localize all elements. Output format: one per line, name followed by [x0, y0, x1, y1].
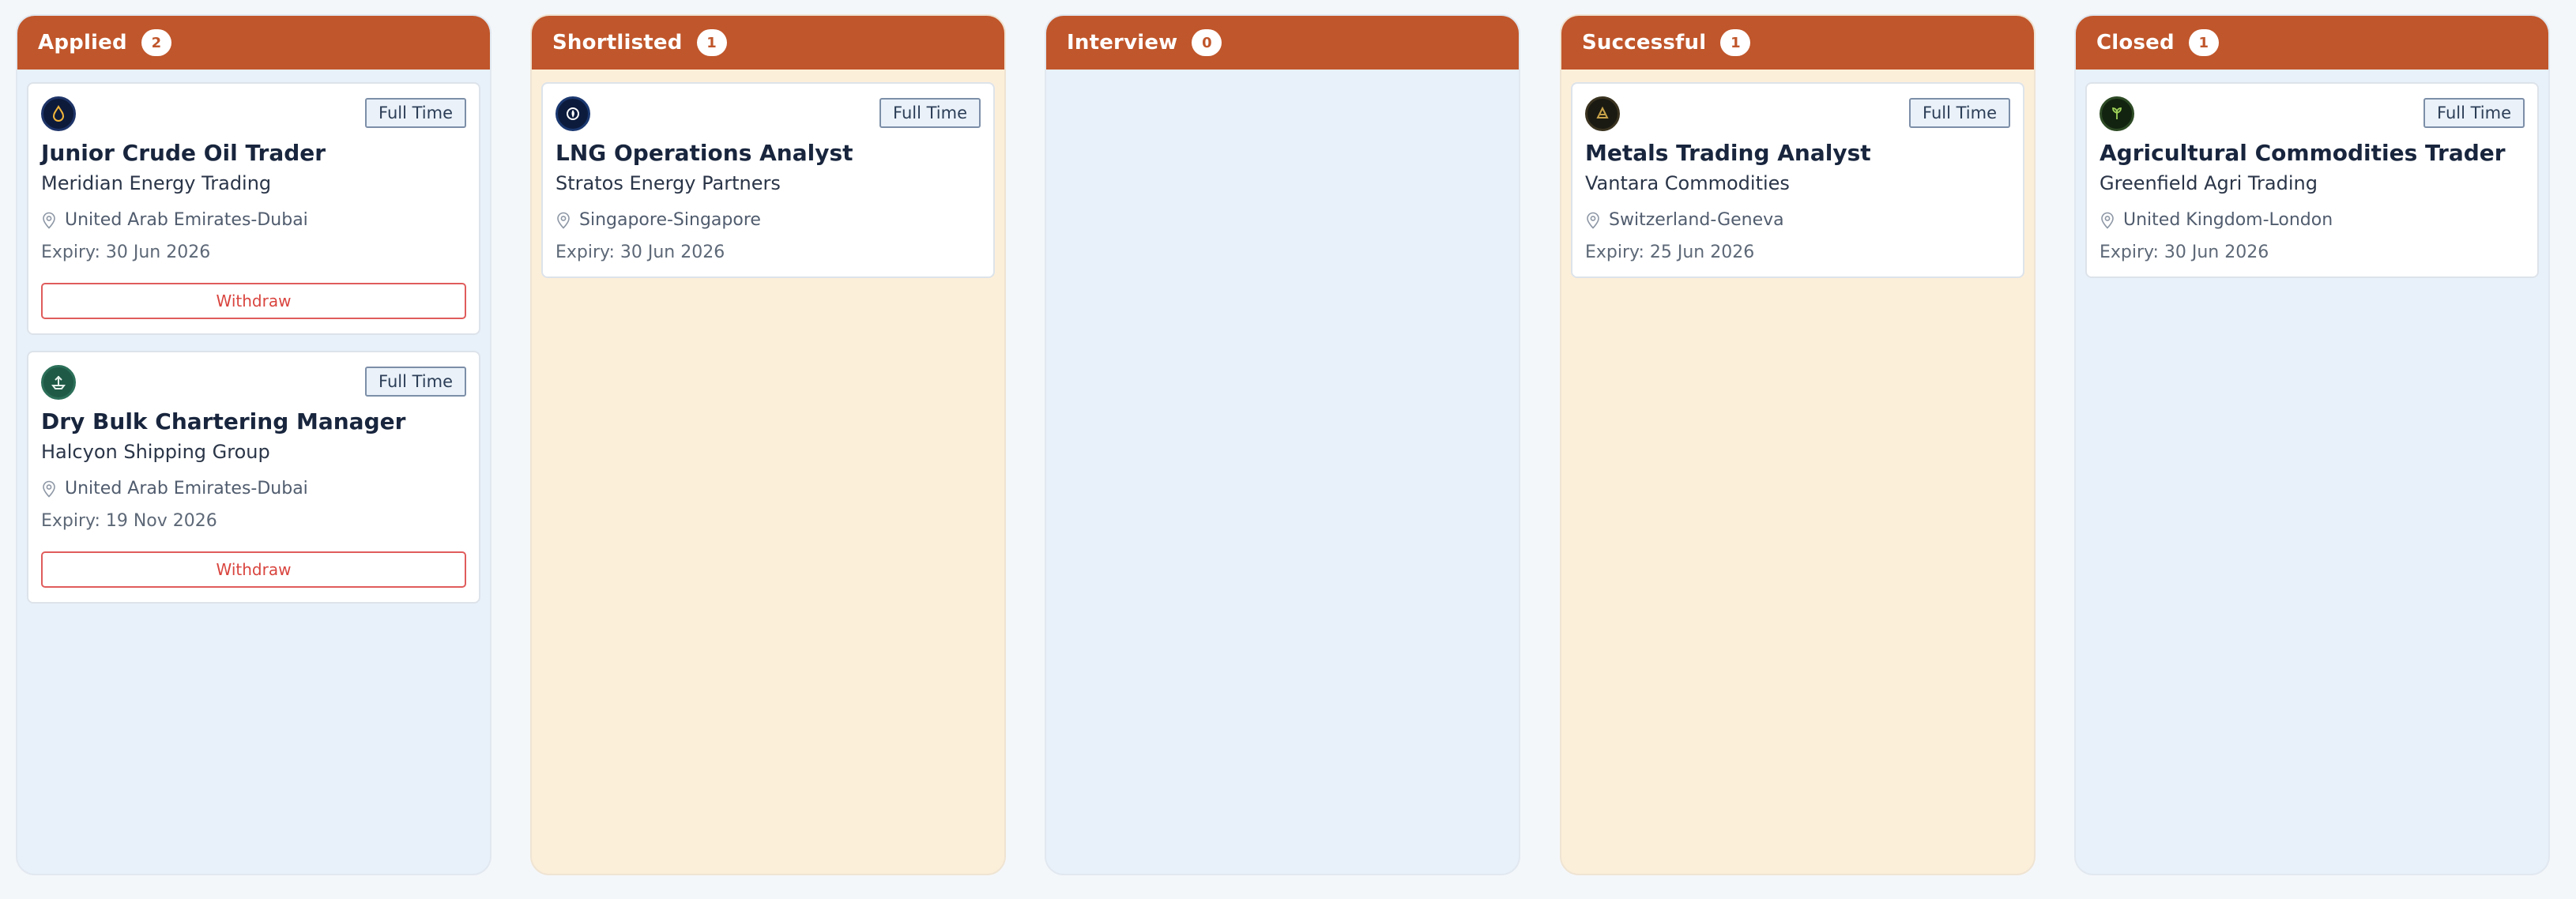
column-title: Interview — [1067, 31, 1178, 55]
location-pin-icon — [557, 212, 570, 229]
column-count-badge: 2 — [141, 29, 171, 56]
job-title[interactable]: Agricultural Commodities Trader — [2100, 139, 2525, 167]
column-interview: Interview 0 — [1045, 14, 1520, 875]
column-closed: Closed 1 Full Time Agricultural Commodit… — [2074, 14, 2550, 875]
column-count-badge: 0 — [1192, 29, 1222, 56]
company-name: Halcyon Shipping Group — [41, 441, 270, 463]
job-location: United Kingdom-London — [2100, 210, 2525, 230]
location-text: United Arab Emirates-Dubai — [65, 210, 308, 230]
job-type-tag: Full Time — [365, 98, 466, 128]
company-name: Vantara Commodities — [1585, 172, 1790, 194]
company-name: Greenfield Agri Trading — [2100, 172, 2318, 194]
expiry-date: Expiry: 19 Nov 2026 — [41, 511, 217, 531]
column-header: Successful 1 — [1561, 16, 2034, 70]
job-card[interactable]: Full Time Dry Bulk Chartering Manager Ha… — [27, 351, 480, 604]
expiry-date: Expiry: 25 Jun 2026 — [1585, 243, 1755, 262]
job-type-tag: Full Time — [1909, 98, 2010, 128]
location-text: United Arab Emirates-Dubai — [65, 479, 308, 498]
job-card[interactable]: Full Time Agricultural Commodities Trade… — [2085, 82, 2539, 278]
column-count-badge: 1 — [2188, 29, 2219, 56]
location-pin-icon — [43, 212, 55, 229]
column-successful: Successful 1 Full Time Metals Trading An… — [1560, 14, 2036, 875]
location-pin-icon — [1587, 212, 1599, 229]
expiry-date: Expiry: 30 Jun 2026 — [41, 243, 211, 262]
job-card[interactable]: Full Time Junior Crude Oil Trader Meridi… — [27, 82, 480, 335]
column-title: Closed — [2096, 31, 2175, 55]
withdraw-button[interactable]: Withdraw — [41, 551, 466, 588]
column-title: Successful — [1582, 31, 1707, 55]
column-title: Shortlisted — [552, 31, 683, 55]
oil-flame-logo-icon — [41, 96, 76, 131]
ship-logo-icon — [41, 365, 76, 400]
column-header: Closed 1 — [2076, 16, 2548, 70]
kanban-board: Applied 2 Full Time Junior Crude Oil Tra… — [0, 0, 2576, 899]
column-header: Interview 0 — [1046, 16, 1519, 70]
column-header: Shortlisted 1 — [532, 16, 1004, 70]
job-title[interactable]: LNG Operations Analyst — [555, 139, 981, 167]
job-type-tag: Full Time — [2423, 98, 2525, 128]
expiry-date: Expiry: 30 Jun 2026 — [2100, 243, 2269, 262]
company-name: Stratos Energy Partners — [555, 172, 781, 194]
job-type-tag: Full Time — [879, 98, 981, 128]
withdraw-button[interactable]: Withdraw — [41, 283, 466, 319]
location-text: United Kingdom-London — [2123, 210, 2333, 230]
job-card[interactable]: Full Time LNG Operations Analyst Stratos… — [541, 82, 995, 278]
location-pin-icon — [2101, 212, 2114, 229]
job-location: United Arab Emirates-Dubai — [41, 479, 466, 498]
gas-logo-icon — [555, 96, 590, 131]
job-title[interactable]: Metals Trading Analyst — [1585, 139, 2010, 167]
job-title[interactable]: Dry Bulk Chartering Manager — [41, 408, 466, 436]
location-text: Switzerland-Geneva — [1609, 210, 1784, 230]
job-location: United Arab Emirates-Dubai — [41, 210, 466, 230]
location-text: Singapore-Singapore — [579, 210, 761, 230]
company-name: Meridian Energy Trading — [41, 172, 272, 194]
job-location: Switzerland-Geneva — [1585, 210, 2010, 230]
job-type-tag: Full Time — [365, 367, 466, 397]
location-pin-icon — [43, 480, 55, 498]
job-card[interactable]: Full Time Metals Trading Analyst Vantara… — [1571, 82, 2024, 278]
column-count-badge: 1 — [1720, 29, 1751, 56]
agri-logo-icon — [2100, 96, 2134, 131]
column-header: Applied 2 — [17, 16, 490, 70]
column-count-badge: 1 — [696, 29, 727, 56]
column-title: Applied — [38, 31, 127, 55]
expiry-date: Expiry: 30 Jun 2026 — [555, 243, 725, 262]
metals-logo-icon — [1585, 96, 1620, 131]
column-shortlisted: Shortlisted 1 Full Time LNG Operations A… — [530, 14, 1006, 875]
column-applied: Applied 2 Full Time Junior Crude Oil Tra… — [16, 14, 491, 875]
job-location: Singapore-Singapore — [555, 210, 981, 230]
job-title[interactable]: Junior Crude Oil Trader — [41, 139, 466, 167]
